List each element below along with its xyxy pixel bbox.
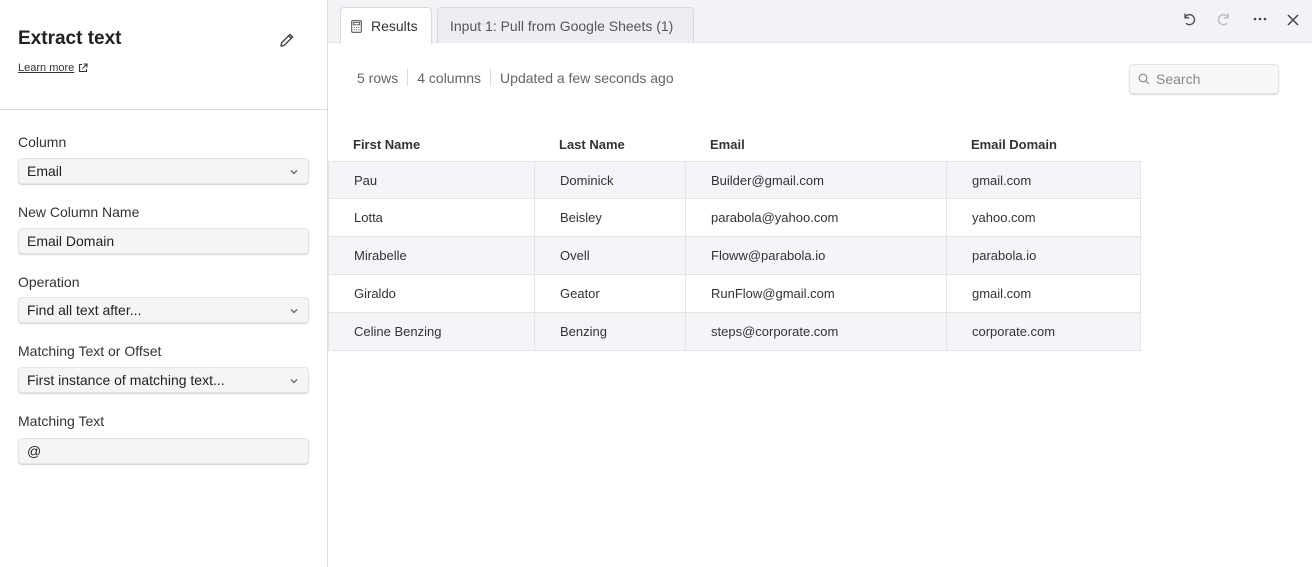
column-header-email-domain[interactable]: Email Domain (971, 137, 1057, 152)
operation-label: Operation (18, 274, 80, 290)
table-cell[interactable]: steps@corporate.com (686, 313, 947, 350)
divider (407, 69, 409, 86)
table-cell[interactable]: Lotta (329, 199, 535, 236)
table-row: Giraldo Geator RunFlow@gmail.com gmail.c… (328, 275, 1141, 313)
operation-select-value: Find all text after... (27, 302, 142, 318)
column-select-value: Email (27, 163, 63, 179)
learn-more-link[interactable]: Learn more (18, 62, 88, 74)
new-column-name-input[interactable]: Email Domain (18, 228, 309, 254)
table-cell[interactable]: Giraldo (329, 275, 535, 312)
panel-title: Extract text (18, 28, 122, 49)
table-cell[interactable]: Pau (329, 162, 535, 199)
updated-status: Updated a few seconds ago (500, 69, 674, 86)
chevron-down-icon (290, 309, 298, 314)
table-row: Lotta Beisley parabola@yahoo.com yahoo.c… (328, 199, 1141, 237)
column-header-first-name[interactable]: First Name (353, 137, 420, 152)
matching-offset-label: Matching Text or Offset (18, 343, 162, 359)
column-header-last-name[interactable]: Last Name (559, 137, 625, 152)
table-cell[interactable]: parabola@yahoo.com (686, 199, 947, 236)
table-cell[interactable]: Builder@gmail.com (686, 162, 947, 199)
tab-input-label: Input 1: Pull from Google Sheets (1) (450, 17, 674, 34)
external-link-icon (79, 63, 88, 73)
chevron-down-icon (290, 379, 298, 384)
table-cell[interactable]: RunFlow@gmail.com (686, 275, 947, 312)
table-cell[interactable]: parabola.io (947, 237, 1141, 274)
search-icon (1138, 73, 1150, 85)
calculator-icon (351, 19, 362, 33)
column-count: 4 columns (417, 69, 482, 86)
table-cell[interactable]: Floww@parabola.io (686, 237, 947, 274)
operation-select[interactable]: Find all text after... (18, 297, 309, 323)
table-row: Mirabelle Ovell Floww@parabola.io parabo… (328, 237, 1141, 275)
close-icon[interactable] (1285, 12, 1301, 28)
table-cell[interactable]: Geator (535, 275, 686, 312)
edit-pencil-icon[interactable] (277, 30, 297, 50)
table-cell[interactable]: Benzing (535, 313, 686, 350)
table-cell[interactable]: gmail.com (947, 162, 1141, 199)
tab-results-label: Results (371, 18, 418, 34)
redo-icon[interactable] (1216, 11, 1232, 27)
learn-more-label: Learn more (18, 62, 75, 74)
tab-input-google-sheets[interactable]: Input 1: Pull from Google Sheets (1) (437, 7, 694, 43)
table-cell[interactable]: yahoo.com (947, 199, 1141, 236)
column-label: Column (18, 134, 67, 150)
table-header: First Name Last Name Email Email Domain (328, 126, 1141, 161)
new-column-name-label: New Column Name (18, 204, 140, 220)
result-summary: 5 rows 4 columns Updated a few seconds a… (357, 69, 674, 86)
tab-results[interactable]: Results (340, 7, 432, 44)
step-settings-panel: Extract text Learn more Column Email New… (0, 0, 328, 567)
matching-offset-select-value: First instance of matching text... (27, 372, 225, 388)
row-count: 5 rows (357, 69, 399, 86)
table-cell[interactable]: Beisley (535, 199, 686, 236)
divider (490, 69, 492, 86)
table-cell[interactable]: gmail.com (947, 275, 1141, 312)
matching-text-input[interactable]: @ (18, 438, 309, 464)
table-cell[interactable]: corporate.com (947, 313, 1141, 350)
matching-offset-select[interactable]: First instance of matching text... (18, 367, 309, 393)
table-cell[interactable]: Dominick (535, 162, 686, 199)
table-row: Pau Dominick Builder@gmail.com gmail.com (328, 161, 1141, 199)
search-input[interactable] (1156, 71, 1266, 87)
table-cell[interactable]: Mirabelle (329, 237, 535, 274)
tab-bar: Results Input 1: Pull from Google Sheets… (328, 0, 1312, 44)
more-options-icon[interactable] (1252, 11, 1268, 27)
column-header-email[interactable]: Email (710, 137, 745, 152)
results-panel: Results Input 1: Pull from Google Sheets… (328, 0, 1312, 567)
matching-text-value: @ (27, 443, 42, 459)
search-box[interactable] (1129, 64, 1279, 94)
column-select[interactable]: Email (18, 158, 309, 184)
table-row: Celine Benzing Benzing steps@corporate.c… (328, 313, 1141, 351)
undo-icon[interactable] (1181, 11, 1197, 27)
matching-text-label: Matching Text (18, 413, 105, 429)
new-column-name-value: Email Domain (27, 233, 115, 249)
table-cell[interactable]: Celine Benzing (329, 313, 535, 350)
table-cell[interactable]: Ovell (535, 237, 686, 274)
results-table: First Name Last Name Email Email Domain … (328, 126, 1141, 351)
panel-header: Extract text Learn more (0, 0, 327, 110)
chevron-down-icon (290, 170, 298, 175)
